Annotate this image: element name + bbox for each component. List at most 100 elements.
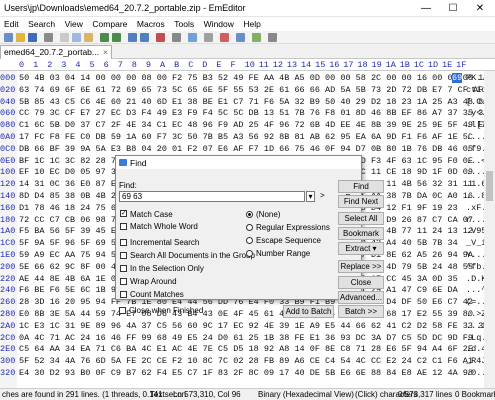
open-folder-icon[interactable] bbox=[16, 33, 25, 42]
selection-only-checkbox[interactable]: In the Selection Only bbox=[120, 264, 204, 273]
row-hex[interactable]: 17 FC F8 FE C0 DB 59 1A 60 F7 3C 50 7B B… bbox=[19, 132, 473, 142]
hex-row[interactable]: 320 E4 30 D2 93 B0 0F C9 B7 62 F4 E5 C7 1… bbox=[0, 367, 495, 379]
row-hex[interactable]: 50 4B 03 04 14 00 00 00 08 00 F2 75 B3 5… bbox=[19, 73, 488, 83]
selected-byte[interactable]: 69 bbox=[452, 73, 463, 83]
maximize-button[interactable]: ☐ bbox=[442, 2, 464, 15]
new-file-icon[interactable] bbox=[4, 33, 13, 42]
mode-number-range-radio[interactable]: Number Range bbox=[246, 249, 310, 258]
hex-row[interactable]: 060 CC 79 3C CF E7 27 EC D3 F4 49 E3 F9 F… bbox=[0, 107, 495, 119]
hex-row[interactable]: 000 50 4B 03 04 14 00 00 00 08 00 F2 75 B… bbox=[0, 72, 495, 84]
print-icon[interactable] bbox=[44, 33, 53, 42]
row-address: 180 bbox=[0, 214, 16, 225]
mode-label: (None) bbox=[256, 210, 281, 219]
add-to-batch-button[interactable]: Add to Batch bbox=[283, 305, 334, 318]
row-hex[interactable]: E4 30 D2 93 B0 0F C9 B7 62 F4 E5 C7 1F 8… bbox=[19, 368, 473, 378]
copy-icon[interactable] bbox=[72, 33, 81, 42]
hex-row[interactable]: 040 5B 85 43 C5 C6 4E 60 21 40 6D E1 38 B… bbox=[0, 96, 495, 108]
vertical-scrollbar[interactable] bbox=[484, 71, 495, 388]
menu-view[interactable]: View bbox=[61, 17, 86, 29]
hex-row[interactable]: 2A0 1C E3 1C 31 9E 89 96 4A 37 C5 56 60 9… bbox=[0, 320, 495, 332]
minimize-button[interactable]: — bbox=[415, 2, 437, 15]
mode-escape-radio[interactable]: Escape Sequence bbox=[246, 236, 321, 245]
row-address: 020 bbox=[0, 84, 16, 95]
match-case-checkbox[interactable]: Match Case bbox=[120, 210, 173, 219]
option-label: Match Whole Word bbox=[130, 222, 198, 231]
hex-row[interactable]: 080 C1 6C 5B D0 37 C7 2F 4E 34 C1 EC 48 9… bbox=[0, 119, 495, 131]
menu-edit[interactable]: Edit bbox=[0, 17, 22, 29]
bookmark-icon[interactable] bbox=[156, 33, 165, 42]
hex-row[interactable]: 300 5F 52 34 4A 76 6D 5A FE 2C CE F2 10 8… bbox=[0, 355, 495, 367]
hex-row[interactable]: 2E0 C5 64 AA 34 EA 71 C6 BA 4C E1 AC 4E 7… bbox=[0, 343, 495, 355]
ruler-column-label: B bbox=[174, 60, 180, 70]
redo-icon[interactable] bbox=[112, 33, 121, 42]
scrollbar-thumb[interactable] bbox=[486, 171, 493, 201]
window-title: Users\jp\Downloads\emed64_20.7.2_portabl… bbox=[4, 3, 246, 13]
close-button[interactable]: Close bbox=[338, 276, 384, 289]
row-hex[interactable]: 5B 85 43 C5 C6 4E 60 21 40 6D E1 38 BE E… bbox=[19, 97, 495, 107]
filter-icon[interactable] bbox=[252, 33, 261, 42]
document-tab[interactable]: emed64_20.7.2_portab... × bbox=[0, 45, 112, 59]
find-dropdown-icon[interactable]: ▾ bbox=[306, 191, 315, 202]
menu-compare[interactable]: Compare bbox=[88, 17, 130, 29]
cut-icon[interactable] bbox=[60, 33, 69, 42]
incremental-search-checkbox[interactable]: Incremental Search bbox=[120, 238, 199, 247]
menu-window[interactable]: Window bbox=[200, 17, 237, 29]
mode-none-radio[interactable]: (None) bbox=[246, 210, 280, 219]
status-encoding[interactable]: Binary (Hexadecimal View) bbox=[258, 390, 354, 399]
row-hex[interactable]: 1C E3 1C 31 9E 89 96 4A 37 C5 56 60 9C 1… bbox=[19, 321, 488, 331]
row-hex[interactable]: 5F 52 34 4A 76 6D 5A FE 2C CE F2 10 8C 7… bbox=[19, 356, 473, 366]
menu-help[interactable]: Help bbox=[239, 17, 263, 29]
checkbox-box bbox=[120, 239, 127, 246]
extract-button[interactable]: Extract ▾ bbox=[338, 242, 384, 255]
find-next-button[interactable]: Find Next bbox=[338, 195, 384, 208]
row-address: 200 bbox=[0, 261, 16, 272]
row-address: 040 bbox=[0, 96, 16, 107]
row-address: 0C0 bbox=[0, 143, 16, 154]
mode-regex-radio[interactable]: Regular Expressions bbox=[246, 223, 330, 232]
word-wrap-icon[interactable] bbox=[172, 33, 181, 42]
hex-row[interactable]: 0A0 17 FC F8 FE C0 DB 59 1A 60 F7 3C 50 7… bbox=[0, 131, 495, 143]
save-icon[interactable] bbox=[28, 33, 37, 42]
advanced-button[interactable]: Advanced... bbox=[338, 291, 384, 304]
row-hex[interactable]: DB 66 BF 39 9A 5A E3 B8 04 20 01 F2 07 E… bbox=[19, 144, 473, 154]
row-hex[interactable]: C1 6C 5B D0 37 C7 2F 4E 34 C1 EC 48 96 F… bbox=[19, 120, 488, 130]
wrap-around-checkbox[interactable]: Wrap Around bbox=[120, 277, 177, 286]
find-input[interactable]: 69 63 bbox=[119, 191, 305, 202]
macro-icon[interactable] bbox=[204, 33, 213, 42]
row-hex[interactable]: E0 8B 3E 5A 44 59 74 E7 08 D6 43 B4 43 0… bbox=[19, 309, 473, 319]
record-icon[interactable] bbox=[220, 33, 229, 42]
search-all-documents-checkbox[interactable]: Search All Documents in the Group bbox=[120, 251, 255, 260]
replace-toggle-button[interactable]: Replace >> bbox=[338, 260, 384, 273]
row-hex[interactable]: CC 79 3C CF E7 27 EC D3 F4 49 E3 F9 F4 5… bbox=[19, 108, 488, 118]
find-previous-button[interactable]: Find Previous bbox=[338, 180, 384, 202]
replace-icon[interactable] bbox=[140, 33, 149, 42]
close-window-button[interactable]: ✕ bbox=[469, 2, 491, 15]
match-whole-word-checkbox[interactable]: Match Whole Word bbox=[120, 222, 198, 231]
paste-icon[interactable] bbox=[84, 33, 93, 42]
batch-button[interactable]: Batch >> bbox=[338, 305, 384, 318]
ruler-column-label: 3 bbox=[61, 60, 67, 70]
dialog-header: Find bbox=[116, 156, 361, 169]
menu-tools[interactable]: Tools bbox=[170, 17, 197, 29]
search-icon[interactable] bbox=[128, 33, 137, 42]
row-hex[interactable]: 0A 4C 71 AC 24 16 46 FF 99 68 49 E5 24 D… bbox=[19, 333, 473, 343]
insert-arrow-icon[interactable]: > bbox=[320, 191, 325, 200]
tab-close-icon[interactable]: × bbox=[103, 47, 108, 57]
row-hex[interactable]: C5 64 AA 34 EA 71 C6 BA 4C E1 AC 4E 7E C… bbox=[19, 344, 473, 354]
hex-row[interactable]: 2C0 0A 4C 71 AC 24 16 46 FF 99 68 49 E5 2… bbox=[0, 332, 495, 344]
bookmark-button[interactable]: Bookmark bbox=[338, 227, 384, 240]
menu-macros[interactable]: Macros bbox=[133, 17, 168, 29]
close-when-finished-checkbox[interactable]: Close when Finished bbox=[119, 306, 203, 315]
hex-row[interactable]: 280 E0 8B 3E 5A 44 59 74 E7 08 D6 43 B4 4… bbox=[0, 308, 495, 320]
tab-label: emed64_20.7.2_portab... bbox=[4, 47, 99, 57]
settings-icon[interactable] bbox=[268, 33, 277, 42]
hex-row[interactable]: 020 63 74 69 6F 6E 61 72 69 65 73 5C 65 6… bbox=[0, 84, 495, 96]
select-all-button[interactable]: Select All bbox=[338, 212, 384, 225]
undo-icon[interactable] bbox=[100, 33, 109, 42]
count-matches-checkbox[interactable]: Count Matches bbox=[120, 290, 184, 299]
menu-search[interactable]: Search bbox=[24, 17, 58, 29]
hex-row[interactable]: 0C0 DB 66 BF 39 9A 5A E3 B8 04 20 01 F2 0… bbox=[0, 143, 495, 155]
view-icon[interactable] bbox=[188, 33, 197, 42]
row-hex[interactable]: 63 74 69 6F 6E 61 72 69 65 73 5C 65 6E 5… bbox=[19, 85, 495, 95]
compare-icon[interactable] bbox=[236, 33, 245, 42]
